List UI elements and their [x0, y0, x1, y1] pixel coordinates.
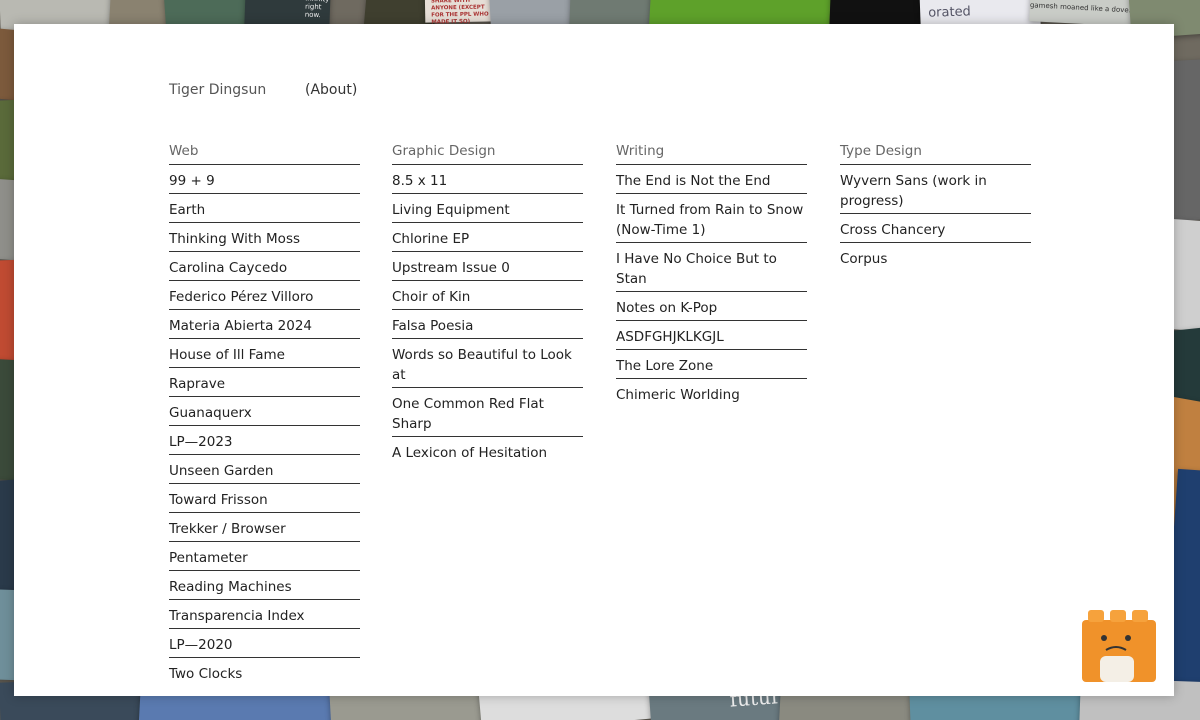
project-link[interactable]: ASDFGHJKLKGJL [616, 321, 807, 350]
collage-snippet: absence [981, 0, 1036, 3]
column-graphic-design: Graphic Design 8.5 x 11 Living Equipment Ch… [392, 142, 583, 465]
project-link[interactable]: 8.5 x 11 [392, 165, 583, 194]
collage-tile[interactable]: gamesh moaned like a dove. [1029, 0, 1141, 27]
collage-snippet: infinity right now. [304, 0, 330, 20]
project-link[interactable]: Wyvern Sans (work in progress) [840, 165, 1031, 214]
project-link[interactable]: Earth [169, 194, 360, 223]
project-link[interactable]: Cross Chancery [840, 214, 1031, 243]
project-link[interactable]: A Lexicon of Hesitation [392, 437, 583, 465]
project-link[interactable]: LP—2023 [169, 426, 360, 455]
project-link[interactable]: Words so Beautiful to Look at [392, 339, 583, 388]
project-link[interactable]: It Turned from Rain to Snow (Now-Time 1) [616, 194, 807, 243]
project-link[interactable]: Notes on K-Pop [616, 292, 807, 321]
project-link[interactable]: Living Equipment [392, 194, 583, 223]
project-link[interactable]: Unseen Garden [169, 455, 360, 484]
collage-snippet: gamesh moaned like a dove. [1029, 1, 1132, 15]
project-link[interactable]: 99 + 9 [169, 165, 360, 194]
project-link[interactable]: House of Ill Fame [169, 339, 360, 368]
column-title: Writing [616, 142, 807, 165]
column-writing: Writing The End is Not the End It Turned f… [616, 142, 807, 407]
project-link[interactable]: Federico Pérez Villoro [169, 281, 360, 310]
lego-brick-image[interactable] [1080, 606, 1162, 686]
column-title: Graphic Design [392, 142, 583, 165]
project-link[interactable]: Carolina Caycedo [169, 252, 360, 281]
site-name-link[interactable]: Tiger Dingsun [169, 82, 266, 98]
project-link[interactable]: One Common Red Flat Sharp [392, 388, 583, 437]
project-link[interactable]: Upstream Issue 0 [392, 252, 583, 281]
project-link[interactable]: Toward Frisson [169, 484, 360, 513]
collage-snippet: SHARE WITH ANYONE (EXCEPT FOR THE PPL WH… [430, 0, 489, 26]
project-link[interactable]: Trekker / Browser [169, 513, 360, 542]
collage-snippet: orated [927, 4, 972, 21]
project-link[interactable]: Materia Abierta 2024 [169, 310, 360, 339]
about-link[interactable]: (About) [305, 82, 357, 98]
project-link[interactable]: The Lore Zone [616, 350, 807, 379]
project-link[interactable]: Transparencia Index [169, 600, 360, 629]
project-link[interactable]: Guanaquerx [169, 397, 360, 426]
column-type-design: Type Design Wyvern Sans (work in progress… [840, 142, 1031, 271]
project-link[interactable]: I Have No Choice But to Stan [616, 243, 807, 292]
project-link[interactable]: LP—2020 [169, 629, 360, 658]
project-link[interactable]: Chimeric Worlding [616, 379, 807, 407]
project-link[interactable]: Raprave [169, 368, 360, 397]
column-title: Type Design [840, 142, 1031, 165]
project-link[interactable]: The End is Not the End [616, 165, 807, 194]
column-web: Web 99 + 9 Earth Thinking With Moss Carolina… [169, 142, 360, 686]
project-link[interactable]: Thinking With Moss [169, 223, 360, 252]
project-link[interactable]: Pentameter [169, 542, 360, 571]
project-link[interactable]: Reading Machines [169, 571, 360, 600]
project-link[interactable]: Two Clocks [169, 658, 360, 686]
column-title: Web [169, 142, 360, 165]
project-link[interactable]: Choir of Kin [392, 281, 583, 310]
collage-tile[interactable]: SHARE WITH ANYONE (EXCEPT FOR THE PPL WH… [424, 0, 496, 26]
project-link[interactable]: Falsa Poesia [392, 310, 583, 339]
project-link[interactable]: Corpus [840, 243, 1031, 271]
project-link[interactable]: Chlorine EP [392, 223, 583, 252]
